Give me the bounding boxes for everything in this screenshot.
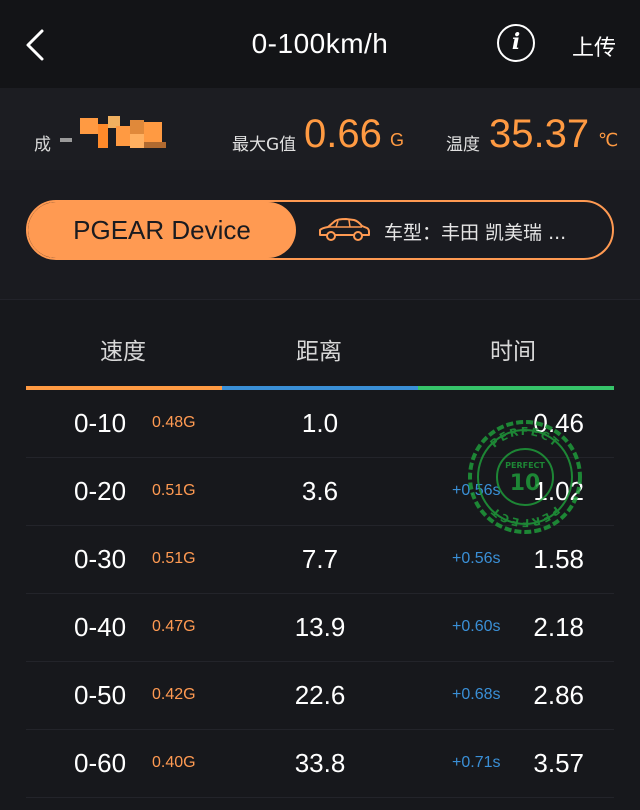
device-selector[interactable]: PGEAR Device 车型：丰田 凯美瑞 ... — [26, 200, 614, 260]
top-nav-bar: 0-100km/h i 上传 — [0, 0, 640, 88]
perfect-stamp-icon: PERFECT PERFECT PERFECT 10 — [468, 420, 582, 534]
distance-value: 22.6 — [294, 680, 346, 710]
table-row: 0-50 0.42G 22.6 +0.68s 2.86 — [26, 662, 614, 730]
device-row: PGEAR Device 车型：丰田 凯美瑞 ... — [0, 170, 640, 300]
stats-bar: 成 最大G值 0.66 G 温度 35.37 ℃ — [0, 88, 640, 170]
speed-range: 0-50 — [74, 680, 127, 710]
max-g-unit: G — [390, 130, 405, 150]
car-model-text[interactable]: 车型：丰田 凯美瑞 ... — [384, 218, 566, 245]
temperature-value: 35.37 — [489, 112, 590, 156]
g-value: 0.51G — [152, 482, 196, 499]
g-value: 0.42G — [152, 686, 196, 703]
distance-value: 7.7 — [301, 544, 339, 574]
g-value: 0.51G — [152, 550, 196, 567]
max-g-value: 0.66 — [304, 112, 382, 156]
distance-value: 13.9 — [294, 612, 346, 642]
temperature-unit: ℃ — [598, 130, 619, 151]
svg-text:10: 10 — [510, 471, 541, 496]
distance-value: 1.0 — [301, 408, 339, 438]
car-icon — [319, 218, 370, 241]
upload-button[interactable]: 上传 — [572, 30, 616, 62]
speed-range: 0-60 — [74, 748, 127, 778]
speed-range: 0-20 — [74, 476, 127, 506]
table-row: 0-40 0.47G 13.9 +0.60s 2.18 — [26, 594, 614, 662]
time-delta: +0.60s — [452, 618, 501, 635]
time-delta: +0.68s — [452, 686, 501, 703]
column-speed[interactable]: 速度 — [100, 332, 146, 366]
time-value: 2.86 — [533, 680, 584, 710]
speed-range: 0-30 — [74, 544, 127, 574]
speed-range: 0-40 — [74, 612, 127, 642]
g-value: 0.47G — [152, 618, 196, 635]
time-delta: +0.71s — [452, 754, 501, 771]
distance-value: 33.8 — [294, 748, 346, 778]
max-g-label: 最大G值 — [232, 135, 297, 155]
column-time[interactable]: 时间 — [490, 332, 536, 366]
info-icon[interactable]: i — [497, 24, 535, 62]
table-header: 速度 距离 时间 — [0, 300, 640, 390]
column-distance[interactable]: 距离 — [296, 332, 342, 366]
g-value: 0.40G — [152, 754, 196, 771]
table-row: 0-30 0.51G 7.7 +0.56s 1.58 — [26, 526, 614, 594]
page-title: 0-100km/h — [251, 28, 389, 59]
temperature-label: 温度 — [446, 135, 480, 155]
time-value: 2.18 — [533, 612, 584, 642]
table-row: 0-60 0.40G 33.8 +0.71s 3.57 — [26, 730, 614, 798]
time-value: 1.58 — [533, 544, 584, 574]
speed-range: 0-10 — [74, 408, 127, 438]
redacted-score-mosaic — [60, 116, 166, 148]
g-value: 0.48G — [152, 414, 196, 431]
time-delta: +0.56s — [452, 550, 501, 567]
distance-value: 3.6 — [301, 476, 339, 506]
svg-text:PERFECT: PERFECT — [505, 461, 545, 470]
score-label: 成 — [34, 135, 51, 155]
time-value: 3.57 — [533, 748, 584, 778]
device-name-button[interactable]: PGEAR Device — [28, 202, 296, 258]
